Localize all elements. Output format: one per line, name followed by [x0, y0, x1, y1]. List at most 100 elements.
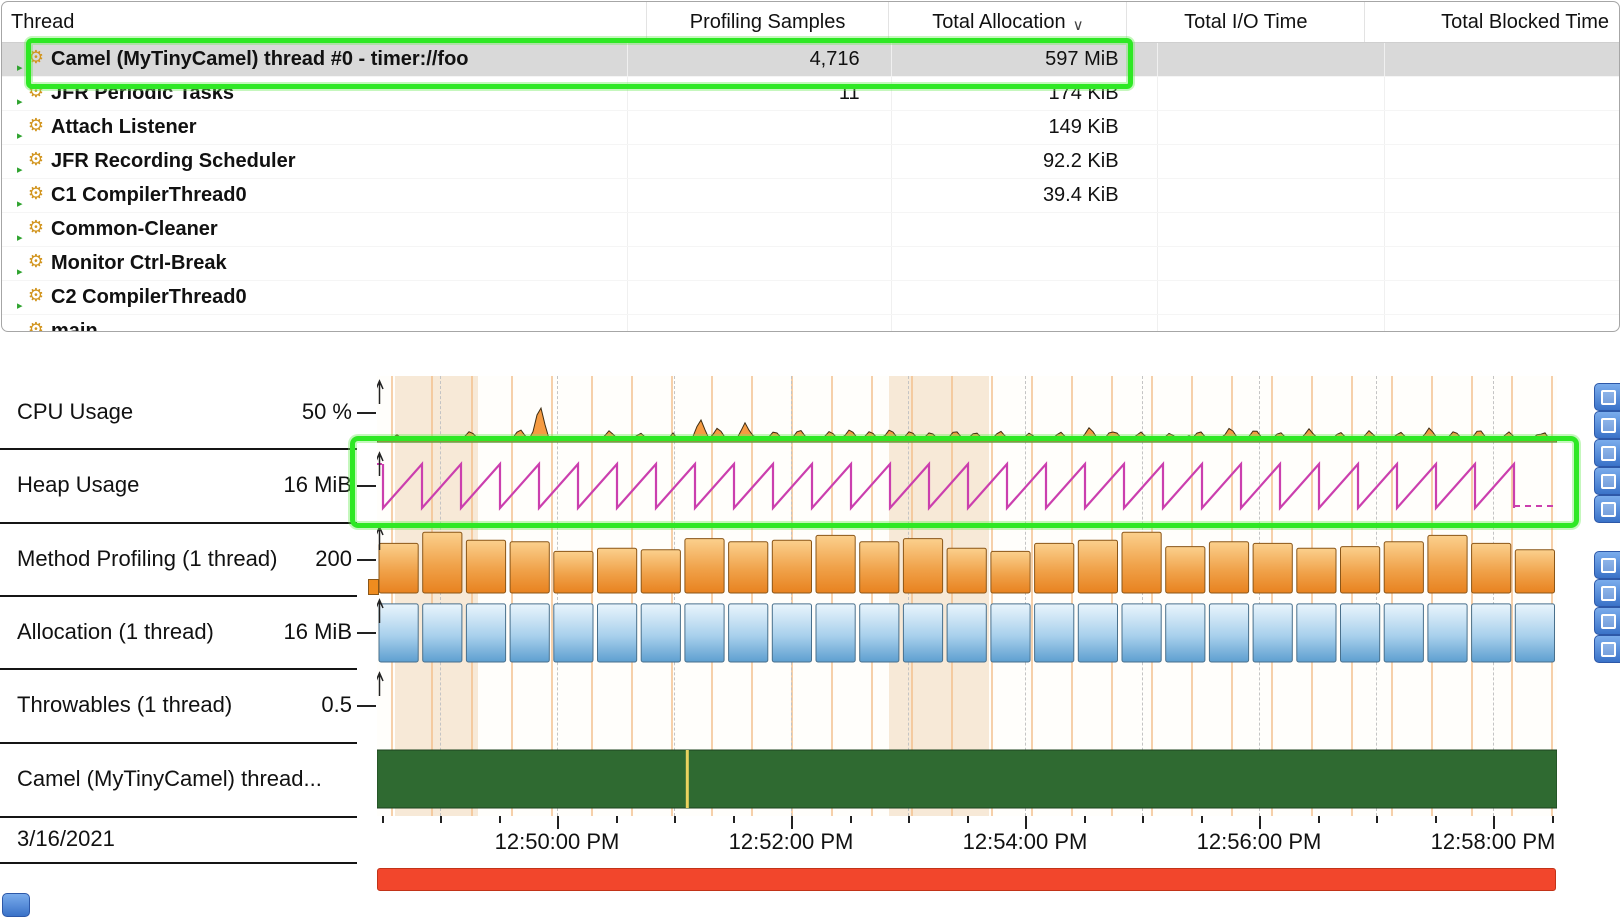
- gear-icon: ⚙: [28, 148, 44, 171]
- chart-tool-button-8[interactable]: [1594, 635, 1620, 663]
- lane-title: Method Profiling (1 thread): [17, 546, 277, 572]
- column-header-total-allocation[interactable]: Total Allocation ∨: [888, 2, 1126, 42]
- minor-time-tick: [850, 816, 852, 823]
- table-cell: [891, 281, 1157, 314]
- lane-label-cell: Heap Usage16 MiB: [0, 448, 357, 524]
- thread-name: C1 CompilerThread0: [51, 184, 247, 207]
- thread-row[interactable]: ⚙▸JFR Recording Scheduler92.2 KiB: [2, 145, 1619, 179]
- chart-tool-button-7[interactable]: [1594, 607, 1620, 635]
- major-time-tick: [557, 816, 559, 829]
- column-header-samples-label: Profiling Samples: [690, 11, 846, 34]
- column-header-total-blocked-time[interactable]: Total Blocked Time: [1364, 2, 1619, 42]
- clipped-bar-fragment: [368, 579, 379, 595]
- lane-label-cell: Camel (MyTinyCamel) thread...: [0, 742, 357, 818]
- chart-tool-button-4[interactable]: [1594, 495, 1620, 523]
- table-cell: [627, 179, 891, 212]
- thread-name: Attach Listener: [51, 116, 197, 139]
- thread-icon: ⚙▸: [19, 184, 44, 207]
- thread-row[interactable]: ⚙▸JFR Periodic Tasks 11 174 KiB: [2, 77, 1619, 111]
- date-label: 3/16/2021: [17, 826, 115, 852]
- thread-icon: ⚙▸: [19, 252, 44, 275]
- minor-time-tick: [1084, 816, 1086, 823]
- timeline-panel: CPU Usage50 %Heap Usage16 MiBMethod Prof…: [0, 376, 1620, 898]
- column-header-thread-label: Thread: [11, 11, 74, 34]
- heap-usage-chart[interactable]: [377, 448, 1557, 522]
- time-label: 12:54:00 PM: [930, 829, 1120, 855]
- major-time-tick: [1259, 816, 1261, 829]
- green-arrow-icon: ▸: [17, 299, 23, 312]
- cell-value: 174 KiB: [1048, 82, 1118, 105]
- axis-tick: [357, 412, 376, 414]
- table-cell: [1157, 43, 1385, 76]
- lane-title: Throwables (1 thread): [17, 692, 232, 718]
- time-label: 12:50:00 PM: [462, 829, 652, 855]
- table-cell: [1384, 281, 1619, 314]
- column-header-total-io-time[interactable]: Total I/O Time: [1126, 2, 1364, 42]
- thread-icon: ⚙▸: [19, 150, 44, 173]
- table-cell: [1384, 179, 1619, 212]
- chart-tool-button-5[interactable]: [1594, 551, 1620, 579]
- table-cell: [1157, 145, 1385, 178]
- throwables-chart[interactable]: [377, 668, 1557, 742]
- thread-name-cell: ⚙▸ C1 CompilerThread0: [2, 179, 627, 212]
- major-time-tick: [791, 816, 793, 829]
- thread-name-cell: ⚙▸Monitor Ctrl-Break: [2, 247, 627, 280]
- green-arrow-icon: ▸: [17, 197, 23, 210]
- minor-time-tick: [1376, 816, 1378, 823]
- axis-tick: [357, 705, 376, 707]
- thread-row[interactable]: ⚙▸ Camel (MyTinyCamel) thread #0 - timer:…: [2, 43, 1619, 77]
- table-cell: [627, 111, 891, 144]
- allocation-chart[interactable]: [377, 595, 1557, 668]
- axis-tick: [357, 485, 376, 487]
- thread-row[interactable]: ⚙▸main: [2, 315, 1619, 332]
- time-label: 12:56:00 PM: [1164, 829, 1354, 855]
- method-profiling-chart[interactable]: [377, 522, 1557, 595]
- chart-tool-button-3[interactable]: [1594, 467, 1620, 495]
- column-header-profiling-samples[interactable]: Profiling Samples: [646, 2, 889, 42]
- bottom-left-button[interactable]: [2, 893, 30, 917]
- column-header-thread[interactable]: Thread: [2, 2, 646, 42]
- green-arrow-icon: ▸: [17, 129, 23, 142]
- minor-time-tick: [440, 816, 442, 823]
- thread-icon: ⚙▸: [19, 48, 44, 71]
- table-cell: [1157, 77, 1385, 110]
- table-cell: [891, 213, 1157, 246]
- thread-row[interactable]: ⚙▸C1 CompilerThread039.4 KiB: [2, 179, 1619, 213]
- minor-time-tick: [674, 816, 676, 823]
- minor-time-tick: [1201, 816, 1203, 823]
- thread-name: main: [51, 320, 98, 332]
- major-time-tick: [1493, 816, 1495, 829]
- thread-row[interactable]: ⚙▸C2 CompilerThread0: [2, 281, 1619, 315]
- thread-name: Camel (MyTinyCamel) thread #0 - timer://…: [51, 48, 469, 71]
- table-cell: 4,716: [627, 43, 891, 76]
- thread-name: JFR Recording Scheduler: [51, 150, 296, 173]
- table-cell: [1384, 43, 1619, 76]
- cell-value: 11: [839, 82, 860, 105]
- axis-value-label: 50 %: [302, 399, 352, 425]
- lane-title: CPU Usage: [17, 399, 133, 425]
- thread-row[interactable]: ⚙▸Attach Listener149 KiB: [2, 111, 1619, 145]
- chart-tool-button-2[interactable]: [1594, 439, 1620, 467]
- green-arrow-icon: ▸: [17, 231, 23, 244]
- lane-title: Allocation (1 thread): [17, 619, 214, 645]
- chart-tool-button-1[interactable]: [1594, 411, 1620, 439]
- thread-activity-bar[interactable]: [377, 742, 1557, 816]
- axis-value-label: 0.5: [321, 692, 352, 718]
- thread-name-cell: ⚙▸JFR Periodic Tasks: [2, 77, 627, 110]
- thread-row[interactable]: ⚙▸Monitor Ctrl-Break: [2, 247, 1619, 281]
- major-time-tick: [1025, 816, 1027, 829]
- chart-tool-button-0[interactable]: [1594, 383, 1620, 411]
- time-label: 12:58:00 PM: [1398, 829, 1557, 855]
- thread-name: JFR Periodic Tasks: [51, 82, 234, 105]
- table-cell: [1384, 315, 1619, 332]
- thread-name-cell: ⚙▸ JFR Recording Scheduler: [2, 145, 627, 178]
- thread-row[interactable]: ⚙▸Common-Cleaner: [2, 213, 1619, 247]
- table-cell: 11: [627, 77, 891, 110]
- timeline-chart-area[interactable]: [377, 376, 1557, 816]
- lane-label-cell: Method Profiling (1 thread)200: [0, 522, 357, 597]
- cpu-usage-chart[interactable]: [377, 376, 1557, 448]
- sort-descending-icon: ∨: [1073, 16, 1084, 34]
- chart-tool-button-6[interactable]: [1594, 579, 1620, 607]
- table-cell: [1384, 213, 1619, 246]
- timeline-range-scrollbar[interactable]: [377, 868, 1556, 891]
